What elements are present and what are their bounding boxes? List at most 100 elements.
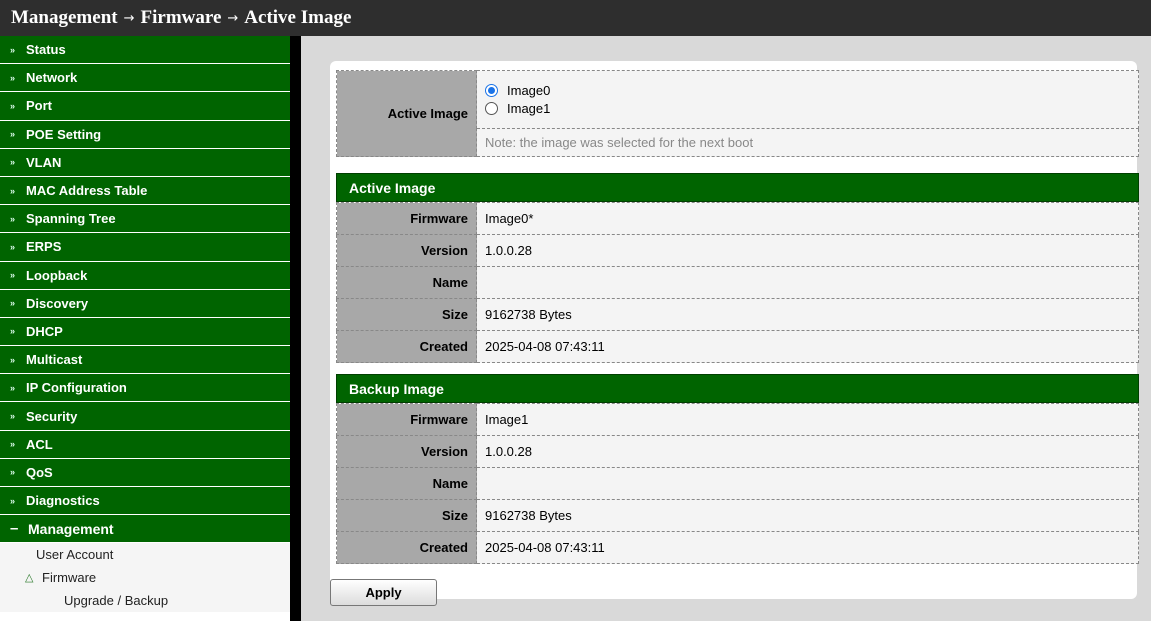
radio-button-image0[interactable]	[485, 84, 498, 97]
sidebar-item-label: DHCP	[26, 323, 63, 339]
radio-label-image0: Image0	[507, 83, 551, 98]
breadcrumb-item-firmware: Firmware	[140, 7, 222, 28]
sidebar-subitem-upgrade-backup[interactable]: Upgrade / Backup	[0, 589, 290, 613]
page-title: Active Image	[244, 7, 352, 28]
radio-button-image1[interactable]	[485, 102, 498, 115]
sidebar-item-vlan[interactable]: » VLAN	[0, 148, 290, 177]
double-chevron-down-icon: »	[10, 298, 16, 309]
sidebar-item-spanning-tree[interactable]: » Spanning Tree	[0, 205, 290, 234]
double-chevron-down-icon: »	[10, 129, 16, 140]
breadcrumb: Management → Firmware → Active Image	[0, 0, 1151, 36]
radio-option-image1[interactable]: Image1	[485, 100, 1130, 118]
sidebar-item-mac-address-table[interactable]: » MAC Address Table	[0, 176, 290, 206]
double-chevron-down-icon: »	[10, 270, 16, 281]
name-value	[476, 467, 1139, 500]
double-chevron-down-icon: »	[10, 411, 16, 422]
created-value: 2025-04-08 07:43:11	[476, 531, 1139, 564]
double-chevron-down-icon: »	[10, 44, 16, 55]
firmware-label: Firmware	[336, 202, 477, 235]
sidebar-subitem-label: User Account	[36, 547, 114, 563]
radio-option-image0[interactable]: Image0	[485, 82, 1130, 100]
sidebar-item-network[interactable]: » Network	[0, 64, 290, 93]
double-chevron-down-icon: »	[10, 439, 16, 450]
double-chevron-down-icon: »	[10, 241, 16, 252]
version-label: Version	[336, 435, 477, 468]
sidebar-item-dhcp[interactable]: » DHCP	[0, 317, 290, 347]
size-label: Size	[336, 499, 477, 532]
apply-button[interactable]: Apply	[330, 579, 437, 606]
double-chevron-down-icon: »	[10, 382, 16, 393]
sidebar-item-label: Network	[26, 70, 78, 86]
sidebar-item-label: Diagnostics	[26, 493, 100, 509]
size-value: 9162738 Bytes	[476, 298, 1139, 331]
sidebar-item-loopback[interactable]: » Loopback	[0, 261, 290, 290]
sidebar-item-diagnostics[interactable]: » Diagnostics	[0, 487, 290, 516]
sidebar-divider	[290, 36, 301, 621]
active-image-radio-group: Image0 Image1	[476, 70, 1139, 129]
sidebar-item-status[interactable]: » Status	[0, 36, 290, 65]
active-image-section-header: Active Image	[336, 173, 1139, 202]
sidebar-menu: » Status » Network » Port » POE Setting » VLA…	[0, 36, 290, 621]
active-image-select-label: Active Image	[336, 70, 477, 157]
arrow-right-icon: →	[123, 10, 135, 26]
created-label: Created	[336, 531, 477, 564]
sidebar-item-port[interactable]: » Port	[0, 92, 290, 121]
backup-image-section-header: Backup Image	[336, 374, 1139, 403]
created-value: 2025-04-08 07:43:11	[476, 330, 1139, 363]
double-chevron-down-icon: »	[10, 213, 16, 224]
sidebar-item-label: IP Configuration	[26, 380, 127, 396]
sidebar-item-label: Discovery	[26, 295, 89, 311]
firmware-label: Firmware	[336, 403, 477, 436]
double-chevron-down-icon: »	[10, 354, 16, 365]
sidebar-item-label: MAC Address Table	[26, 183, 148, 199]
version-value: 1.0.0.28	[476, 435, 1139, 468]
sidebar-item-management[interactable]: – Management	[0, 515, 290, 544]
size-label: Size	[336, 298, 477, 331]
sidebar-subitem-label: Firmware	[42, 570, 97, 586]
sidebar-subitem-firmware[interactable]: △ Firmware	[0, 566, 290, 590]
sidebar-subitem-user-account[interactable]: User Account	[0, 543, 290, 567]
main-content: Active Image Image0 Image1 Note: the ima…	[301, 36, 1151, 621]
sidebar-item-label: Security	[26, 408, 78, 424]
double-chevron-down-icon: »	[10, 72, 16, 83]
double-chevron-down-icon: »	[10, 100, 16, 111]
sidebar-item-poe-setting[interactable]: » POE Setting	[0, 120, 290, 149]
sidebar-item-multicast[interactable]: » Multicast	[0, 346, 290, 375]
double-chevron-down-icon: »	[10, 467, 16, 478]
backup-image-table: Firmware Image1 Version 1.0.0.28 Name Size…	[336, 403, 1139, 564]
sidebar-item-acl[interactable]: » ACL	[0, 430, 290, 459]
sidebar-item-label: ERPS	[26, 239, 62, 255]
sidebar-item-label: Spanning Tree	[26, 211, 116, 227]
sidebar-item-label: VLAN	[26, 154, 62, 170]
sidebar-item-discovery[interactable]: » Discovery	[0, 289, 290, 318]
sidebar-item-label: Loopback	[26, 267, 88, 283]
active-image-select-table: Active Image Image0 Image1 Note: the ima…	[336, 70, 1139, 157]
created-label: Created	[336, 330, 477, 363]
radio-label-image1: Image1	[507, 101, 551, 116]
double-chevron-down-icon: »	[10, 157, 16, 168]
version-value: 1.0.0.28	[476, 234, 1139, 267]
sidebar-subitem-label: Upgrade / Backup	[64, 593, 169, 609]
sidebar-item-erps[interactable]: » ERPS	[0, 233, 290, 262]
name-value	[476, 266, 1139, 299]
sidebar-item-ip-configuration[interactable]: » IP Configuration	[0, 374, 290, 403]
sidebar-item-security[interactable]: » Security	[0, 402, 290, 431]
firmware-value: Image1	[476, 403, 1139, 436]
double-chevron-down-icon: »	[10, 495, 16, 506]
content-panel: Active Image Image0 Image1 Note: the ima…	[330, 61, 1139, 599]
sidebar-item-label: POE Setting	[26, 126, 102, 142]
firmware-value: Image0*	[476, 202, 1139, 235]
size-value: 9162738 Bytes	[476, 499, 1139, 532]
sidebar-item-label: Status	[26, 42, 66, 58]
name-label: Name	[336, 467, 477, 500]
boot-note: Note: the image was selected for the nex…	[476, 128, 1139, 157]
version-label: Version	[336, 234, 477, 267]
double-chevron-down-icon: »	[10, 185, 16, 196]
tree-expand-icon: △	[25, 572, 34, 585]
active-image-table: Firmware Image0* Version 1.0.0.28 Name Siz…	[336, 202, 1139, 363]
sidebar-item-label: Multicast	[26, 352, 83, 368]
sidebar-item-qos[interactable]: » QoS	[0, 458, 290, 487]
sidebar-item-label: QoS	[26, 464, 53, 480]
arrow-right-icon: →	[227, 10, 239, 26]
minus-icon: –	[10, 520, 19, 538]
